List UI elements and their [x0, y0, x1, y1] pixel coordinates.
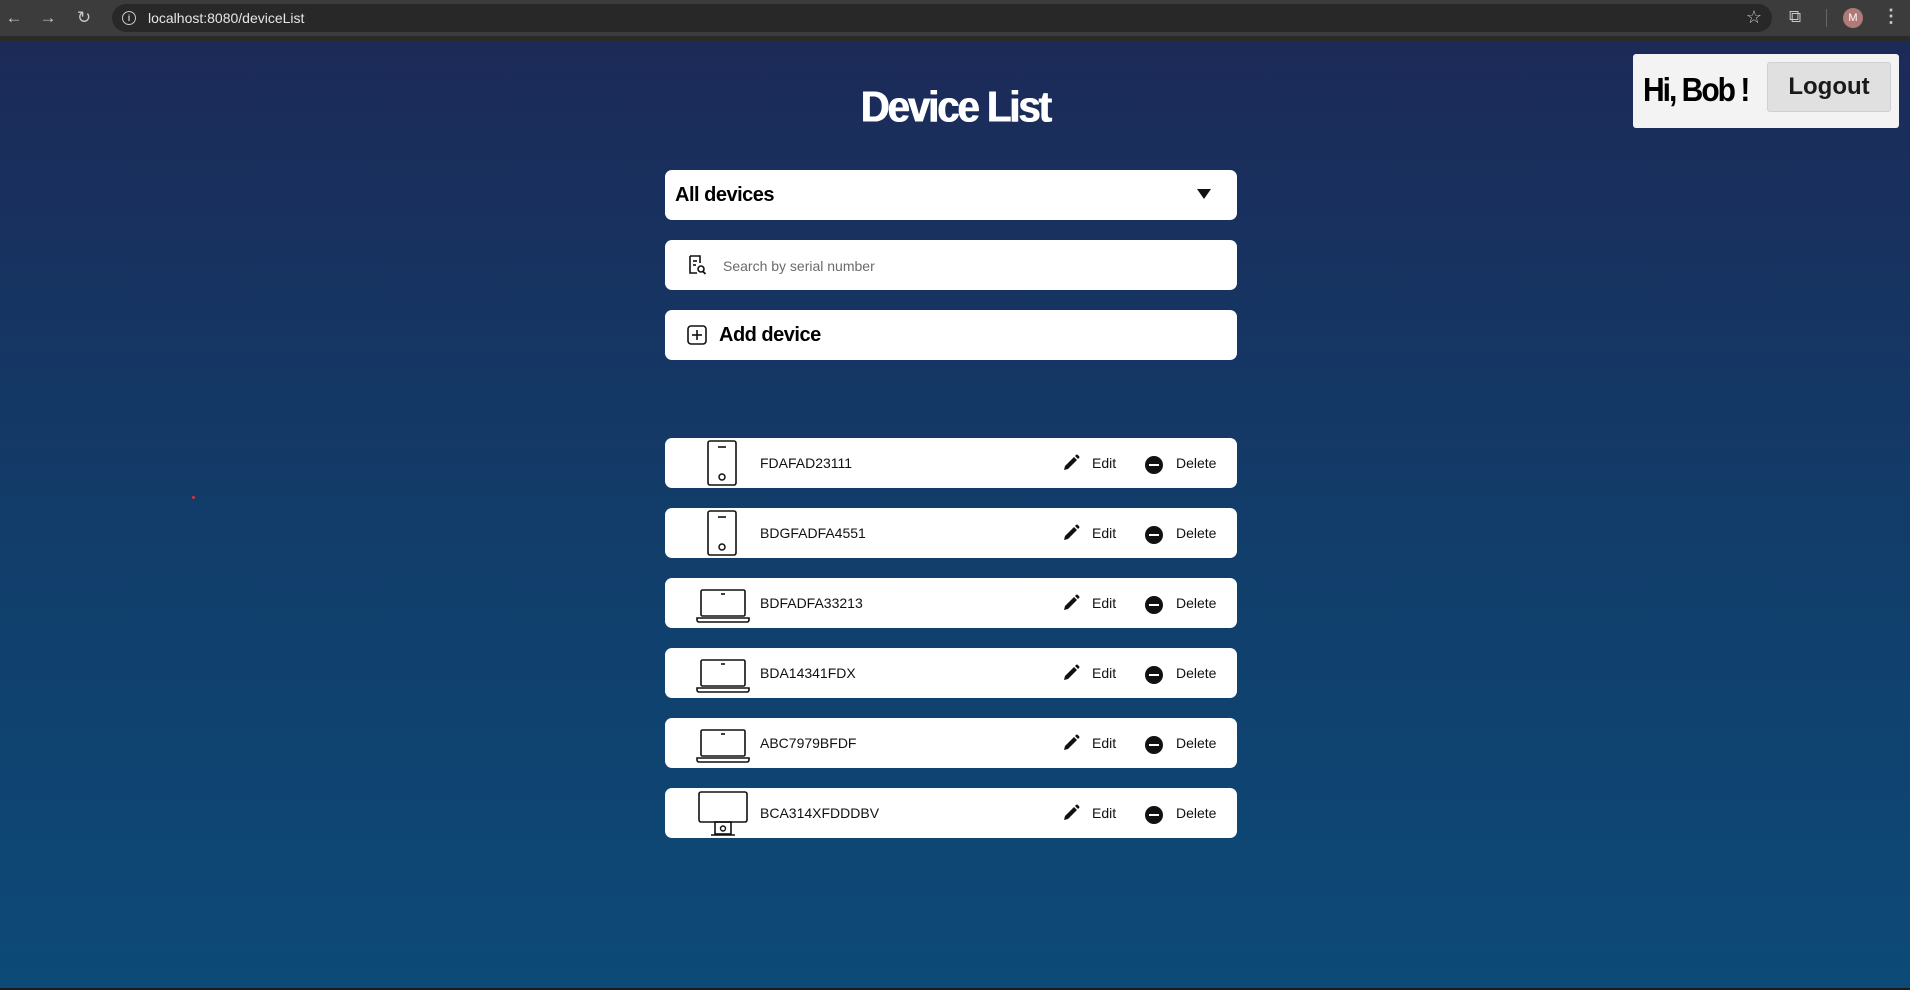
device-row: ABC7979BFDF Edit Delete	[665, 718, 1237, 768]
device-row: BDFADFA33213 Edit Delete	[665, 578, 1237, 628]
search-box	[665, 240, 1237, 290]
logout-button[interactable]: Logout	[1767, 62, 1891, 112]
delete-label: Delete	[1176, 665, 1217, 681]
device-filter-select[interactable]: All devices	[665, 170, 1237, 220]
user-box: Hi, Bob ! Logout	[1633, 54, 1899, 128]
device-row: BDGFADFA4551 Edit Delete	[665, 508, 1237, 558]
device-serial: BDFADFA33213	[760, 595, 863, 611]
pencil-icon	[1064, 454, 1080, 470]
minus-circle-icon	[1145, 806, 1163, 824]
extensions-icon[interactable]: ⧉	[1789, 7, 1801, 27]
device-row: BCA314XFDDDBV Edit Delete	[665, 788, 1237, 838]
device-serial: BDGFADFA4551	[760, 525, 866, 541]
minus-circle-icon	[1145, 736, 1163, 754]
browser-menu-icon[interactable]: ⋮	[1882, 6, 1900, 27]
minus-circle-icon	[1145, 596, 1163, 614]
back-icon[interactable]: ←	[4, 8, 24, 28]
pencil-icon	[1064, 594, 1080, 610]
pencil-icon	[1064, 524, 1080, 540]
search-input[interactable]	[721, 252, 1205, 280]
greeting-text: Hi, Bob !	[1643, 72, 1750, 109]
edit-label: Edit	[1092, 665, 1117, 681]
forward-icon[interactable]: →	[38, 8, 58, 28]
page-body: Device List Hi, Bob ! Logout All devices…	[0, 42, 1910, 988]
device-serial: FDAFAD23111	[760, 455, 853, 471]
minus-circle-icon	[1145, 456, 1163, 474]
delete-label: Delete	[1176, 525, 1217, 541]
device-row: FDAFAD23111 Edit Delete	[665, 438, 1237, 488]
pencil-icon	[1064, 664, 1080, 680]
delete-label: Delete	[1176, 805, 1217, 821]
edit-label: Edit	[1092, 595, 1117, 611]
pencil-icon	[1064, 804, 1080, 820]
red-dot-marker	[192, 496, 195, 499]
edit-label: Edit	[1092, 525, 1117, 541]
pencil-icon	[1064, 734, 1080, 750]
add-device-label: Add device	[719, 324, 821, 346]
delete-label: Delete	[1176, 595, 1217, 611]
minus-circle-icon	[1145, 526, 1163, 544]
address-bar[interactable]: i localhost:8080/deviceList ☆	[112, 4, 1772, 32]
edit-label: Edit	[1092, 805, 1117, 821]
caret-down-icon[interactable]	[1197, 189, 1211, 199]
toolbar-divider	[1826, 9, 1827, 27]
profile-avatar[interactable]: M	[1843, 8, 1863, 28]
bookmark-star-icon[interactable]: ☆	[1746, 7, 1762, 28]
browser-toolbar: ← → ↻ i localhost:8080/deviceList ☆ ⧉ M …	[0, 0, 1910, 42]
document-search-icon	[689, 255, 706, 275]
device-serial: BDA14341FDX	[760, 665, 856, 681]
device-serial: ABC7979BFDF	[760, 735, 857, 751]
filter-selected-value: All devices	[675, 184, 775, 206]
reload-icon[interactable]: ↻	[74, 8, 94, 28]
plus-square-icon	[687, 325, 707, 345]
delete-label: Delete	[1176, 455, 1217, 471]
url-text[interactable]: localhost:8080/deviceList	[148, 10, 304, 26]
edit-label: Edit	[1092, 455, 1117, 471]
delete-label: Delete	[1176, 735, 1217, 751]
device-row: BDA14341FDX Edit Delete	[665, 648, 1237, 698]
page-title: Device List	[860, 82, 1051, 132]
site-info-icon[interactable]: i	[122, 11, 136, 25]
device-serial: BCA314XFDDDBV	[760, 805, 880, 821]
edit-label: Edit	[1092, 735, 1117, 751]
minus-circle-icon	[1145, 666, 1163, 684]
add-device-button[interactable]: Add device	[665, 310, 1237, 360]
